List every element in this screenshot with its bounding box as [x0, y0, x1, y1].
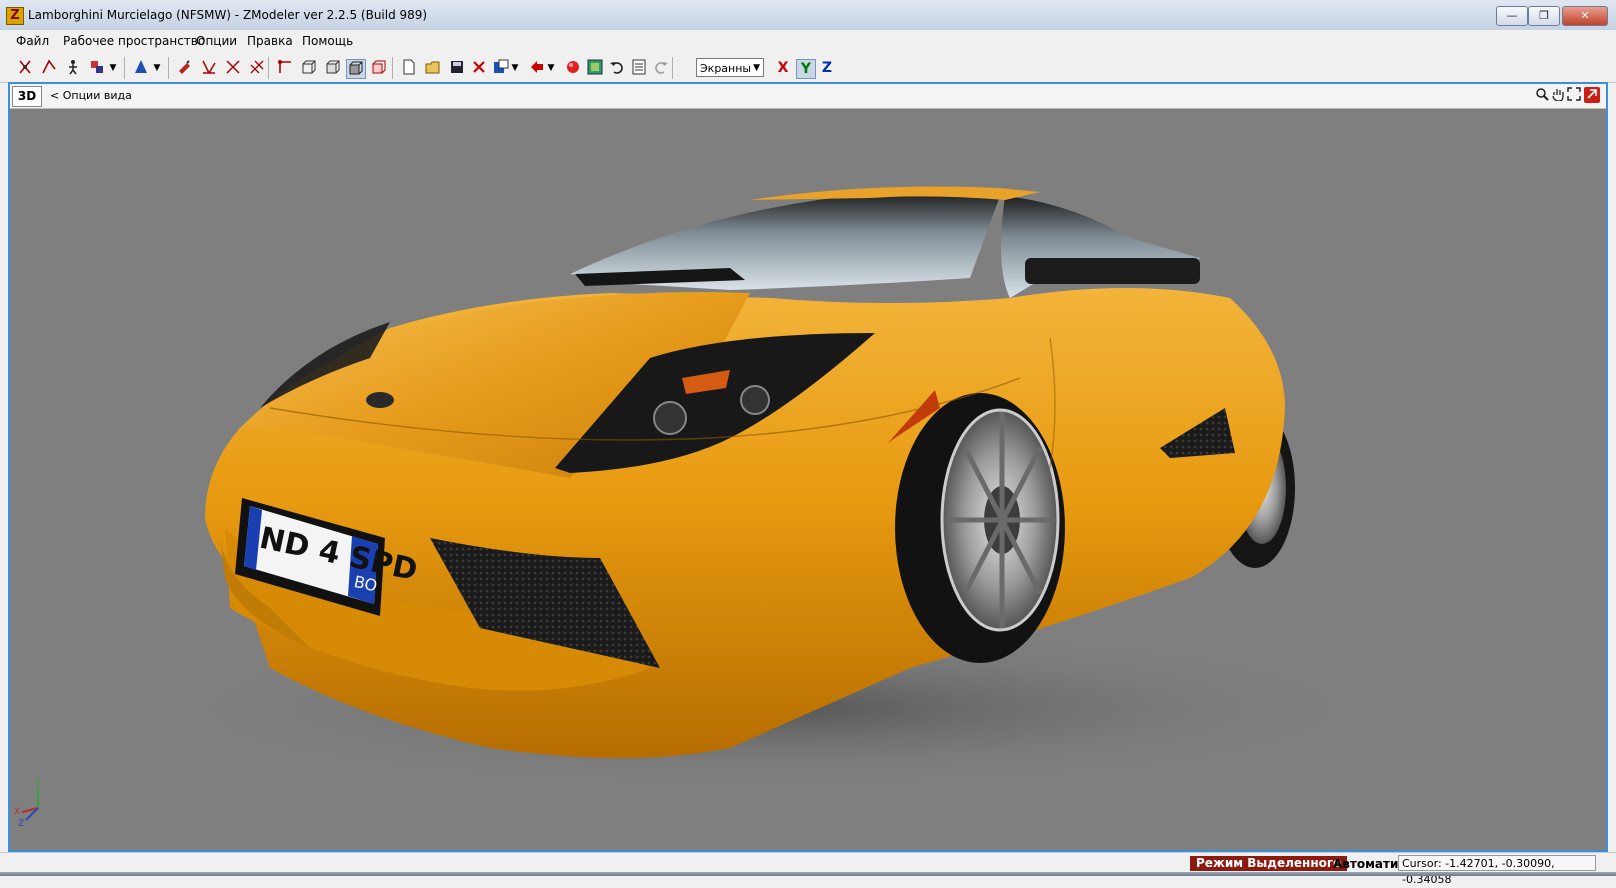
pan-hand-icon[interactable] — [1550, 87, 1566, 103]
axis-y-toggle[interactable]: Y — [796, 59, 816, 79]
menu-options[interactable]: Опции — [196, 34, 237, 48]
os-taskbar — [0, 872, 1616, 876]
toolbar-separator — [392, 57, 393, 79]
menu-file[interactable]: Файл — [16, 34, 49, 48]
paint-icon[interactable] — [176, 59, 194, 77]
box-object-icon[interactable] — [346, 59, 366, 79]
zoom-icon[interactable] — [1534, 87, 1550, 103]
car-model[interactable]: ND 4 SPD BO — [150, 186, 1390, 789]
box-face-icon[interactable] — [324, 59, 342, 77]
menu-edit[interactable]: Правка — [247, 34, 293, 48]
delete-icon[interactable] — [470, 59, 488, 77]
dropdown-arrow-icon[interactable]: ▼ — [152, 59, 162, 77]
import-icon[interactable] — [492, 59, 510, 77]
axis-gizmo: Y X Z — [14, 779, 41, 829]
save-icon[interactable] — [448, 59, 466, 77]
new-file-icon[interactable] — [400, 59, 418, 77]
viewport[interactable]: 3D < Опции вида ND 4 SPD BO Y X Z — [8, 82, 1608, 852]
toolbar-separator — [672, 57, 673, 79]
axis-x-toggle[interactable]: X — [774, 59, 792, 77]
main-toolbar: ▼ ▼ ▼ ▼ Экранны ▼ X Y Z — [0, 52, 1616, 83]
axis-y-label: Y — [34, 779, 41, 789]
selection-mode-status[interactable]: Режим Выделенного — [1190, 856, 1348, 871]
axis-z-label: Z — [18, 819, 24, 829]
undo-icon[interactable] — [608, 59, 626, 77]
toolbar-separator — [168, 57, 169, 79]
menu-help[interactable]: Помощь — [302, 34, 353, 48]
list-document-icon[interactable] — [630, 59, 648, 77]
move-icon[interactable] — [64, 59, 82, 77]
3d-scene[interactable]: ND 4 SPD BO Y X Z — [10, 108, 1606, 850]
export-icon[interactable] — [528, 59, 546, 77]
menu-workspace[interactable]: Рабочее пространство — [63, 34, 205, 48]
cursor-coordinates: Cursor: -1.42701, -0.30090, -0.34058 — [1398, 855, 1596, 886]
select-edge-icon[interactable] — [40, 59, 58, 77]
toolbar-separator — [268, 57, 269, 79]
group-select-icon[interactable] — [88, 59, 106, 77]
select-vertex-icon[interactable] — [16, 59, 34, 77]
material-sphere-icon[interactable] — [564, 59, 582, 77]
maximize-viewport-icon[interactable] — [1566, 87, 1582, 103]
minimize-button[interactable]: — — [1496, 6, 1528, 26]
menu-bar: Файл Рабочее пространство Опции Правка П… — [0, 30, 1616, 52]
app-logo-icon: Z — [6, 7, 24, 25]
redo-icon[interactable] — [652, 59, 670, 77]
cone-primitive-icon[interactable] — [132, 59, 150, 77]
toolbar-separator — [124, 57, 125, 79]
view-mode-select[interactable]: Экранны ▼ — [696, 58, 764, 77]
status-bar: Режим Выделенного Автоматич. Cursor: -1.… — [0, 852, 1616, 886]
cross-edge-icon[interactable] — [224, 59, 242, 77]
box-mode-icon[interactable] — [300, 59, 318, 77]
close-button[interactable]: ✕ — [1562, 6, 1608, 26]
open-folder-icon[interactable] — [424, 59, 442, 77]
window-title: Lamborghini Murcielago (NFSMW) - ZModele… — [28, 8, 428, 22]
texture-icon[interactable] — [586, 59, 604, 77]
snap-edge-icon[interactable] — [200, 59, 218, 77]
maximize-button[interactable]: ❐ — [1528, 6, 1560, 26]
axis-z-toggle[interactable]: Z — [818, 59, 836, 77]
title-bar: Z Lamborghini Murcielago (NFSMW) - ZMode… — [0, 0, 1616, 31]
weld-icon[interactable] — [248, 59, 266, 77]
view-options-link[interactable]: < Опции вида — [50, 89, 132, 102]
dropdown-arrow-icon[interactable]: ▼ — [108, 59, 118, 77]
dropdown-arrow-icon[interactable]: ▼ — [546, 59, 556, 77]
vertex-mode-icon[interactable] — [276, 59, 294, 77]
view-3d-button[interactable]: 3D — [12, 86, 42, 107]
close-viewport-icon[interactable] — [1584, 87, 1600, 103]
box-all-icon[interactable] — [370, 59, 388, 77]
axis-x-label: X — [14, 807, 20, 817]
dropdown-arrow-icon[interactable]: ▼ — [510, 59, 520, 77]
viewport-header: 3D < Опции вида — [10, 84, 1606, 109]
